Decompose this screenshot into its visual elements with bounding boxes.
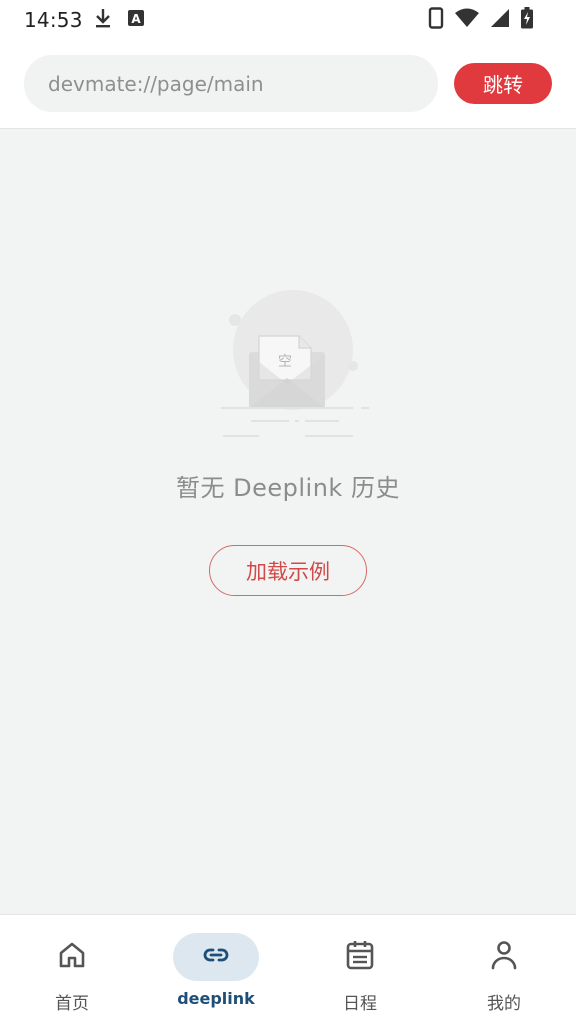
nav-item-home[interactable]: 首页 xyxy=(0,915,144,1024)
nav-label-deeplink: deeplink xyxy=(177,989,255,1008)
status-right-icons xyxy=(428,7,552,33)
nav-icon-container xyxy=(173,933,259,981)
deeplink-url-input[interactable] xyxy=(24,55,438,112)
bottom-nav: 首页 deeplink 日程 我的 xyxy=(0,914,576,1024)
signal-icon xyxy=(490,8,510,32)
empty-state: 空 暂无 Deeplink 历史 加载示例 xyxy=(0,280,576,596)
nav-icon-container xyxy=(29,933,115,981)
url-bar: 跳转 xyxy=(0,40,576,129)
nav-item-profile[interactable]: 我的 xyxy=(432,915,576,1024)
nav-label-profile: 我的 xyxy=(487,994,521,1014)
calendar-icon xyxy=(345,939,375,975)
status-bar: 14:53 A xyxy=(0,0,576,40)
person-icon xyxy=(489,939,519,975)
status-time: 14:53 xyxy=(24,8,83,32)
status-left-icons: A xyxy=(93,7,145,33)
illustration-label: 空 xyxy=(278,354,292,370)
load-sample-button[interactable]: 加载示例 xyxy=(209,545,367,596)
nav-item-deeplink[interactable]: deeplink xyxy=(144,915,288,1024)
jump-button[interactable]: 跳转 xyxy=(454,63,552,104)
nav-label-home: 首页 xyxy=(55,994,89,1014)
link-icon xyxy=(201,940,231,974)
wifi-icon xyxy=(454,8,480,32)
font-a-icon: A xyxy=(127,9,145,31)
home-icon xyxy=(57,940,87,974)
svg-text:A: A xyxy=(131,12,141,26)
empty-state-title: 暂无 Deeplink 历史 xyxy=(176,474,400,502)
url-input-container xyxy=(24,55,438,112)
nav-icon-container xyxy=(461,933,547,981)
download-icon xyxy=(93,7,113,33)
battery-charging-icon xyxy=(520,7,534,33)
nav-label-schedule: 日程 xyxy=(343,994,377,1014)
empty-inbox-illustration: 空 xyxy=(203,280,373,450)
phone-icon xyxy=(428,7,444,33)
nav-icon-container xyxy=(317,933,403,981)
nav-item-schedule[interactable]: 日程 xyxy=(288,915,432,1024)
